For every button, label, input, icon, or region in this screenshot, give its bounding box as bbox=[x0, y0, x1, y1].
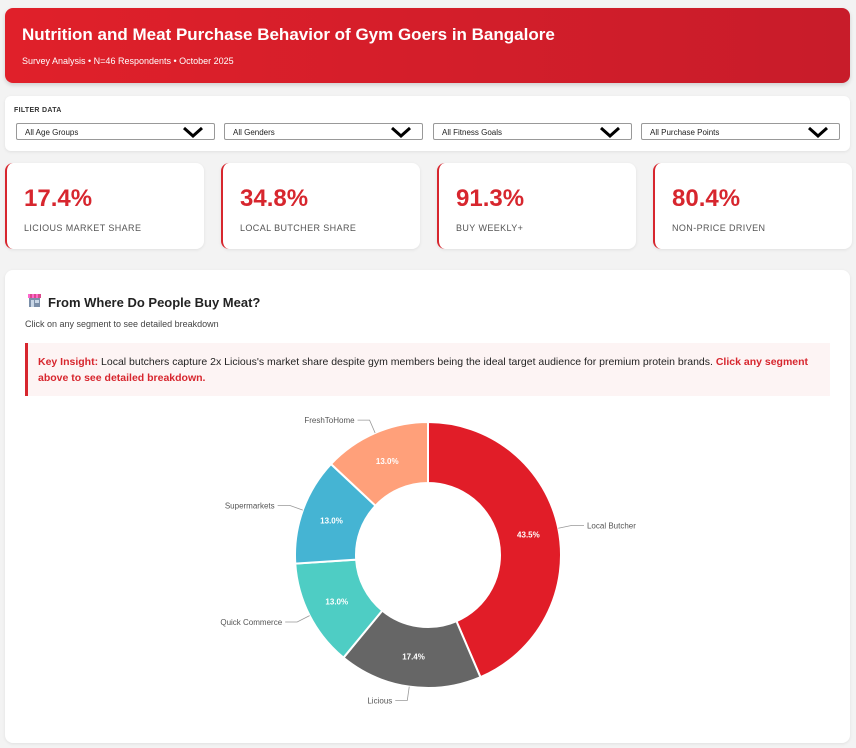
chevron-down-icon bbox=[599, 126, 621, 140]
kpi-card-local-butcher-share: 34.8% LOCAL BUTCHER SHARE bbox=[221, 163, 420, 249]
data-label-freshtohome: 13.0% bbox=[376, 457, 399, 466]
kpi-label: LICIOUS MARKET SHARE bbox=[24, 223, 142, 233]
kpi-label: LOCAL BUTCHER SHARE bbox=[240, 223, 357, 233]
kpi-label: BUY WEEKLY+ bbox=[456, 223, 524, 233]
dashboard-header: Nutrition and Meat Purchase Behavior of … bbox=[5, 8, 850, 83]
chevron-down-icon bbox=[807, 126, 829, 140]
leader-line-freshtohome bbox=[357, 419, 376, 434]
kpi-value: 80.4% bbox=[672, 185, 741, 212]
kpi-value: 17.4% bbox=[24, 185, 93, 212]
purchase-point-select[interactable]: All Purchase Points bbox=[641, 123, 840, 140]
kpi-label: NON-PRICE DRIVEN bbox=[672, 223, 766, 233]
purchase-point-value: All Purchase Points bbox=[650, 128, 720, 137]
kpi-value: 91.3% bbox=[456, 185, 525, 212]
category-label-freshtohome: FreshToHome bbox=[304, 416, 355, 425]
chevron-down-icon bbox=[182, 126, 204, 140]
data-label-supermarkets: 13.0% bbox=[320, 516, 343, 525]
data-label-quick-commerce: 13.0% bbox=[325, 598, 348, 607]
gender-value: All Genders bbox=[233, 128, 275, 137]
meat-source-panel: From Where Do People Buy Meat? Click on … bbox=[5, 270, 850, 743]
leader-line-quick-commerce bbox=[285, 615, 310, 623]
age-group-value: All Age Groups bbox=[25, 128, 79, 137]
kpi-card-buy-weekly: 91.3% BUY WEEKLY+ bbox=[437, 163, 636, 249]
page-title: Nutrition and Meat Purchase Behavior of … bbox=[22, 25, 555, 44]
category-label-local-butcher: Local Butcher bbox=[587, 521, 636, 530]
data-label-local-butcher: 43.5% bbox=[517, 530, 540, 539]
kpi-value: 34.8% bbox=[240, 185, 309, 212]
leader-line-local-butcher bbox=[558, 524, 584, 529]
fitness-goal-value: All Fitness Goals bbox=[442, 128, 503, 137]
page-subtitle: Survey Analysis • N=46 Respondents • Oct… bbox=[22, 56, 234, 66]
gender-select[interactable]: All Genders bbox=[224, 123, 423, 140]
filter-bar: FILTER DATA All Age Groups All Genders A… bbox=[5, 96, 850, 151]
fitness-goal-select[interactable]: All Fitness Goals bbox=[433, 123, 632, 140]
chevron-down-icon bbox=[390, 126, 412, 140]
age-group-select[interactable]: All Age Groups bbox=[16, 123, 215, 140]
kpi-card-non-price-driven: 80.4% NON-PRICE DRIVEN bbox=[653, 163, 852, 249]
data-label-licious: 17.4% bbox=[402, 652, 425, 661]
leader-line-licious bbox=[395, 686, 410, 701]
filter-label: FILTER DATA bbox=[14, 107, 62, 114]
meat-source-donut-chart: 43.5% Local Butcher 17.4% Licious 13.0% Quick… bbox=[220, 416, 636, 706]
kpi-card-licious-share: 17.4% LICIOUS MARKET SHARE bbox=[5, 163, 204, 249]
category-label-quick-commerce: Quick Commerce bbox=[220, 618, 282, 627]
category-label-licious: Licious bbox=[367, 697, 392, 706]
leader-line-supermarkets bbox=[277, 504, 303, 511]
category-label-supermarkets: Supermarkets bbox=[225, 501, 275, 510]
